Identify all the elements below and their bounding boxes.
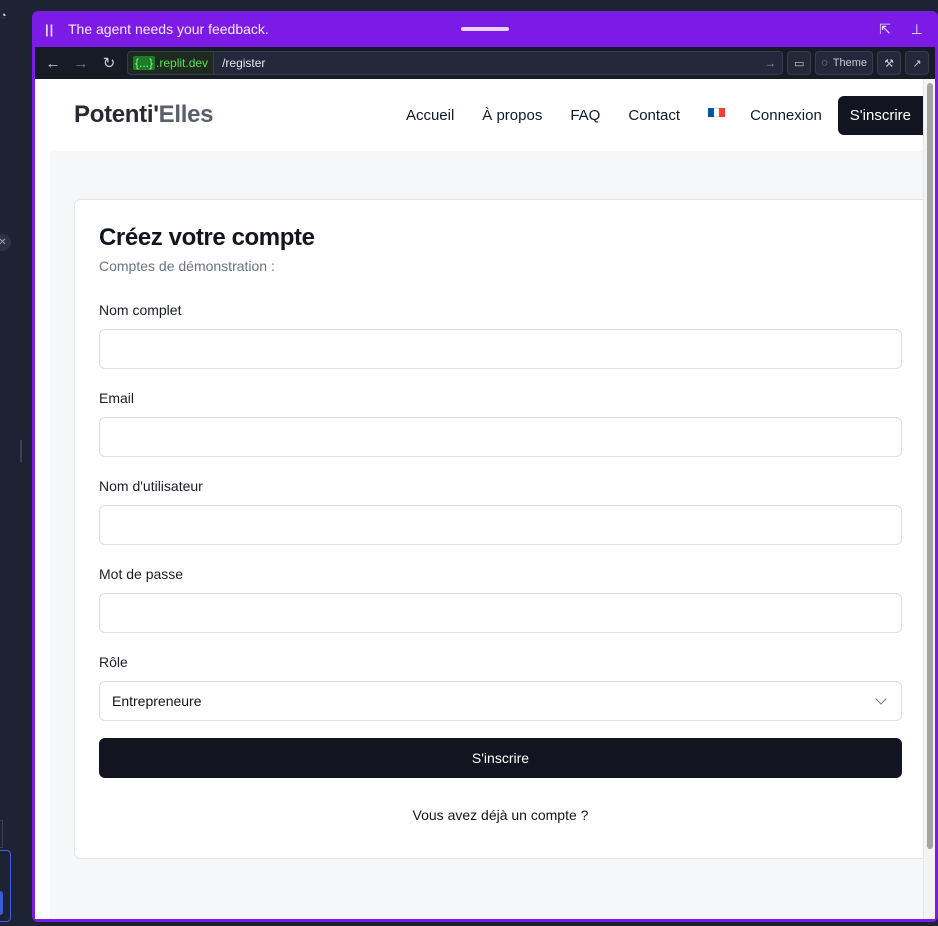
role-label: Rôle — [99, 654, 128, 670]
panel-divider[interactable] — [20, 440, 22, 462]
chevron-down-icon — [875, 693, 887, 705]
pause-icon[interactable]: || — [45, 22, 57, 37]
drag-handle[interactable] — [461, 27, 509, 31]
forward-arrow-icon[interactable]: → — [69, 55, 93, 72]
register-form: Nom complet Email Nom d'utilisateur Mot … — [99, 302, 913, 823]
full-name-label: Nom complet — [99, 302, 182, 318]
email-field[interactable] — [99, 417, 902, 457]
main-nav: Accueil À propos FAQ Contact Connexion S… — [406, 95, 935, 135]
url-domain-brace: {...} — [133, 56, 156, 70]
wrench-icon[interactable]: ⚒ — [877, 51, 901, 75]
url-domain-suffix: .replit.dev — [156, 56, 209, 70]
nav-about[interactable]: À propos — [482, 107, 542, 124]
theme-button[interactable]: ◌ Theme — [815, 51, 873, 75]
page-title: Créez votre compte — [99, 224, 315, 251]
signup-submit-button[interactable]: S'inscrire — [99, 738, 902, 778]
nav-home[interactable]: Accueil — [406, 107, 454, 124]
pin-icon[interactable]: ⊥ — [911, 21, 923, 38]
already-have-account-link[interactable]: Vous avez déjà un compte ? — [99, 807, 902, 823]
back-arrow-icon[interactable]: ← — [41, 55, 65, 72]
preview-frame: || The agent needs your feedback. ⇱ ⊥ ← … — [32, 11, 938, 922]
agent-feedback-bar: || The agent needs your feedback. ⇱ ⊥ — [35, 11, 935, 47]
agent-feedback-message: The agent needs your feedback. — [68, 21, 269, 37]
nav-login[interactable]: Connexion — [750, 107, 822, 124]
url-path[interactable]: /register — [214, 56, 764, 70]
devtools-icon[interactable]: ▭ — [787, 51, 812, 75]
site-logo[interactable]: Potenti'Elles — [74, 101, 213, 129]
nav-faq[interactable]: FAQ — [570, 107, 600, 124]
french-flag-icon[interactable] — [708, 107, 726, 117]
panel-tab-indicator — [0, 891, 3, 915]
nav-signup-button[interactable]: S'inscrire — [837, 95, 923, 135]
panel-tab — [0, 820, 3, 848]
go-arrow-icon[interactable]: → — [764, 56, 782, 70]
close-icon[interactable]: ✕ — [0, 234, 11, 251]
scrollbar-thumb[interactable] — [927, 83, 933, 849]
demo-accounts-subtitle: Comptes de démonstration : — [99, 258, 275, 274]
page-viewport: Potenti'Elles Accueil À propos FAQ Conta… — [35, 79, 935, 919]
palette-icon: ◌ — [821, 57, 828, 69]
username-label: Nom d'utilisateur — [99, 478, 203, 494]
external-link-icon[interactable]: ↗ — [905, 51, 929, 75]
url-bar[interactable]: {...} .replit.dev /register → — [127, 51, 784, 75]
password-label: Mot de passe — [99, 566, 184, 582]
role-select[interactable]: Entrepreneure — [99, 681, 902, 721]
theme-label: Theme — [832, 57, 867, 69]
username-field[interactable] — [99, 505, 902, 545]
gauge-icon[interactable]: ◔ — [0, 10, 7, 22]
main-content: Créez votre compte Comptes de démonstrat… — [50, 151, 934, 919]
browser-toolbar: ← → ↻ {...} .replit.dev /register → ▭ ◌ Th… — [35, 47, 935, 79]
site-header: Potenti'Elles Accueil À propos FAQ Conta… — [35, 79, 935, 151]
reload-icon[interactable]: ↻ — [97, 54, 121, 72]
panel-tab-active[interactable] — [0, 850, 11, 922]
role-selected-value: Entrepreneure — [112, 693, 202, 709]
pop-out-icon[interactable]: ⇱ — [879, 21, 891, 38]
full-name-field[interactable] — [99, 329, 902, 369]
password-field[interactable] — [99, 593, 902, 633]
email-label: Email — [99, 390, 135, 406]
nav-contact[interactable]: Contact — [628, 107, 680, 124]
logo-tail: Elles — [158, 101, 214, 128]
logo-main: Potenti' — [74, 101, 159, 128]
ide-side-strip: ◔ ✕ — [0, 0, 32, 926]
page-scrollbar[interactable] — [923, 79, 935, 919]
url-domain: {...} .replit.dev — [128, 52, 215, 74]
register-card: Créez votre compte Comptes de démonstrat… — [74, 199, 934, 859]
